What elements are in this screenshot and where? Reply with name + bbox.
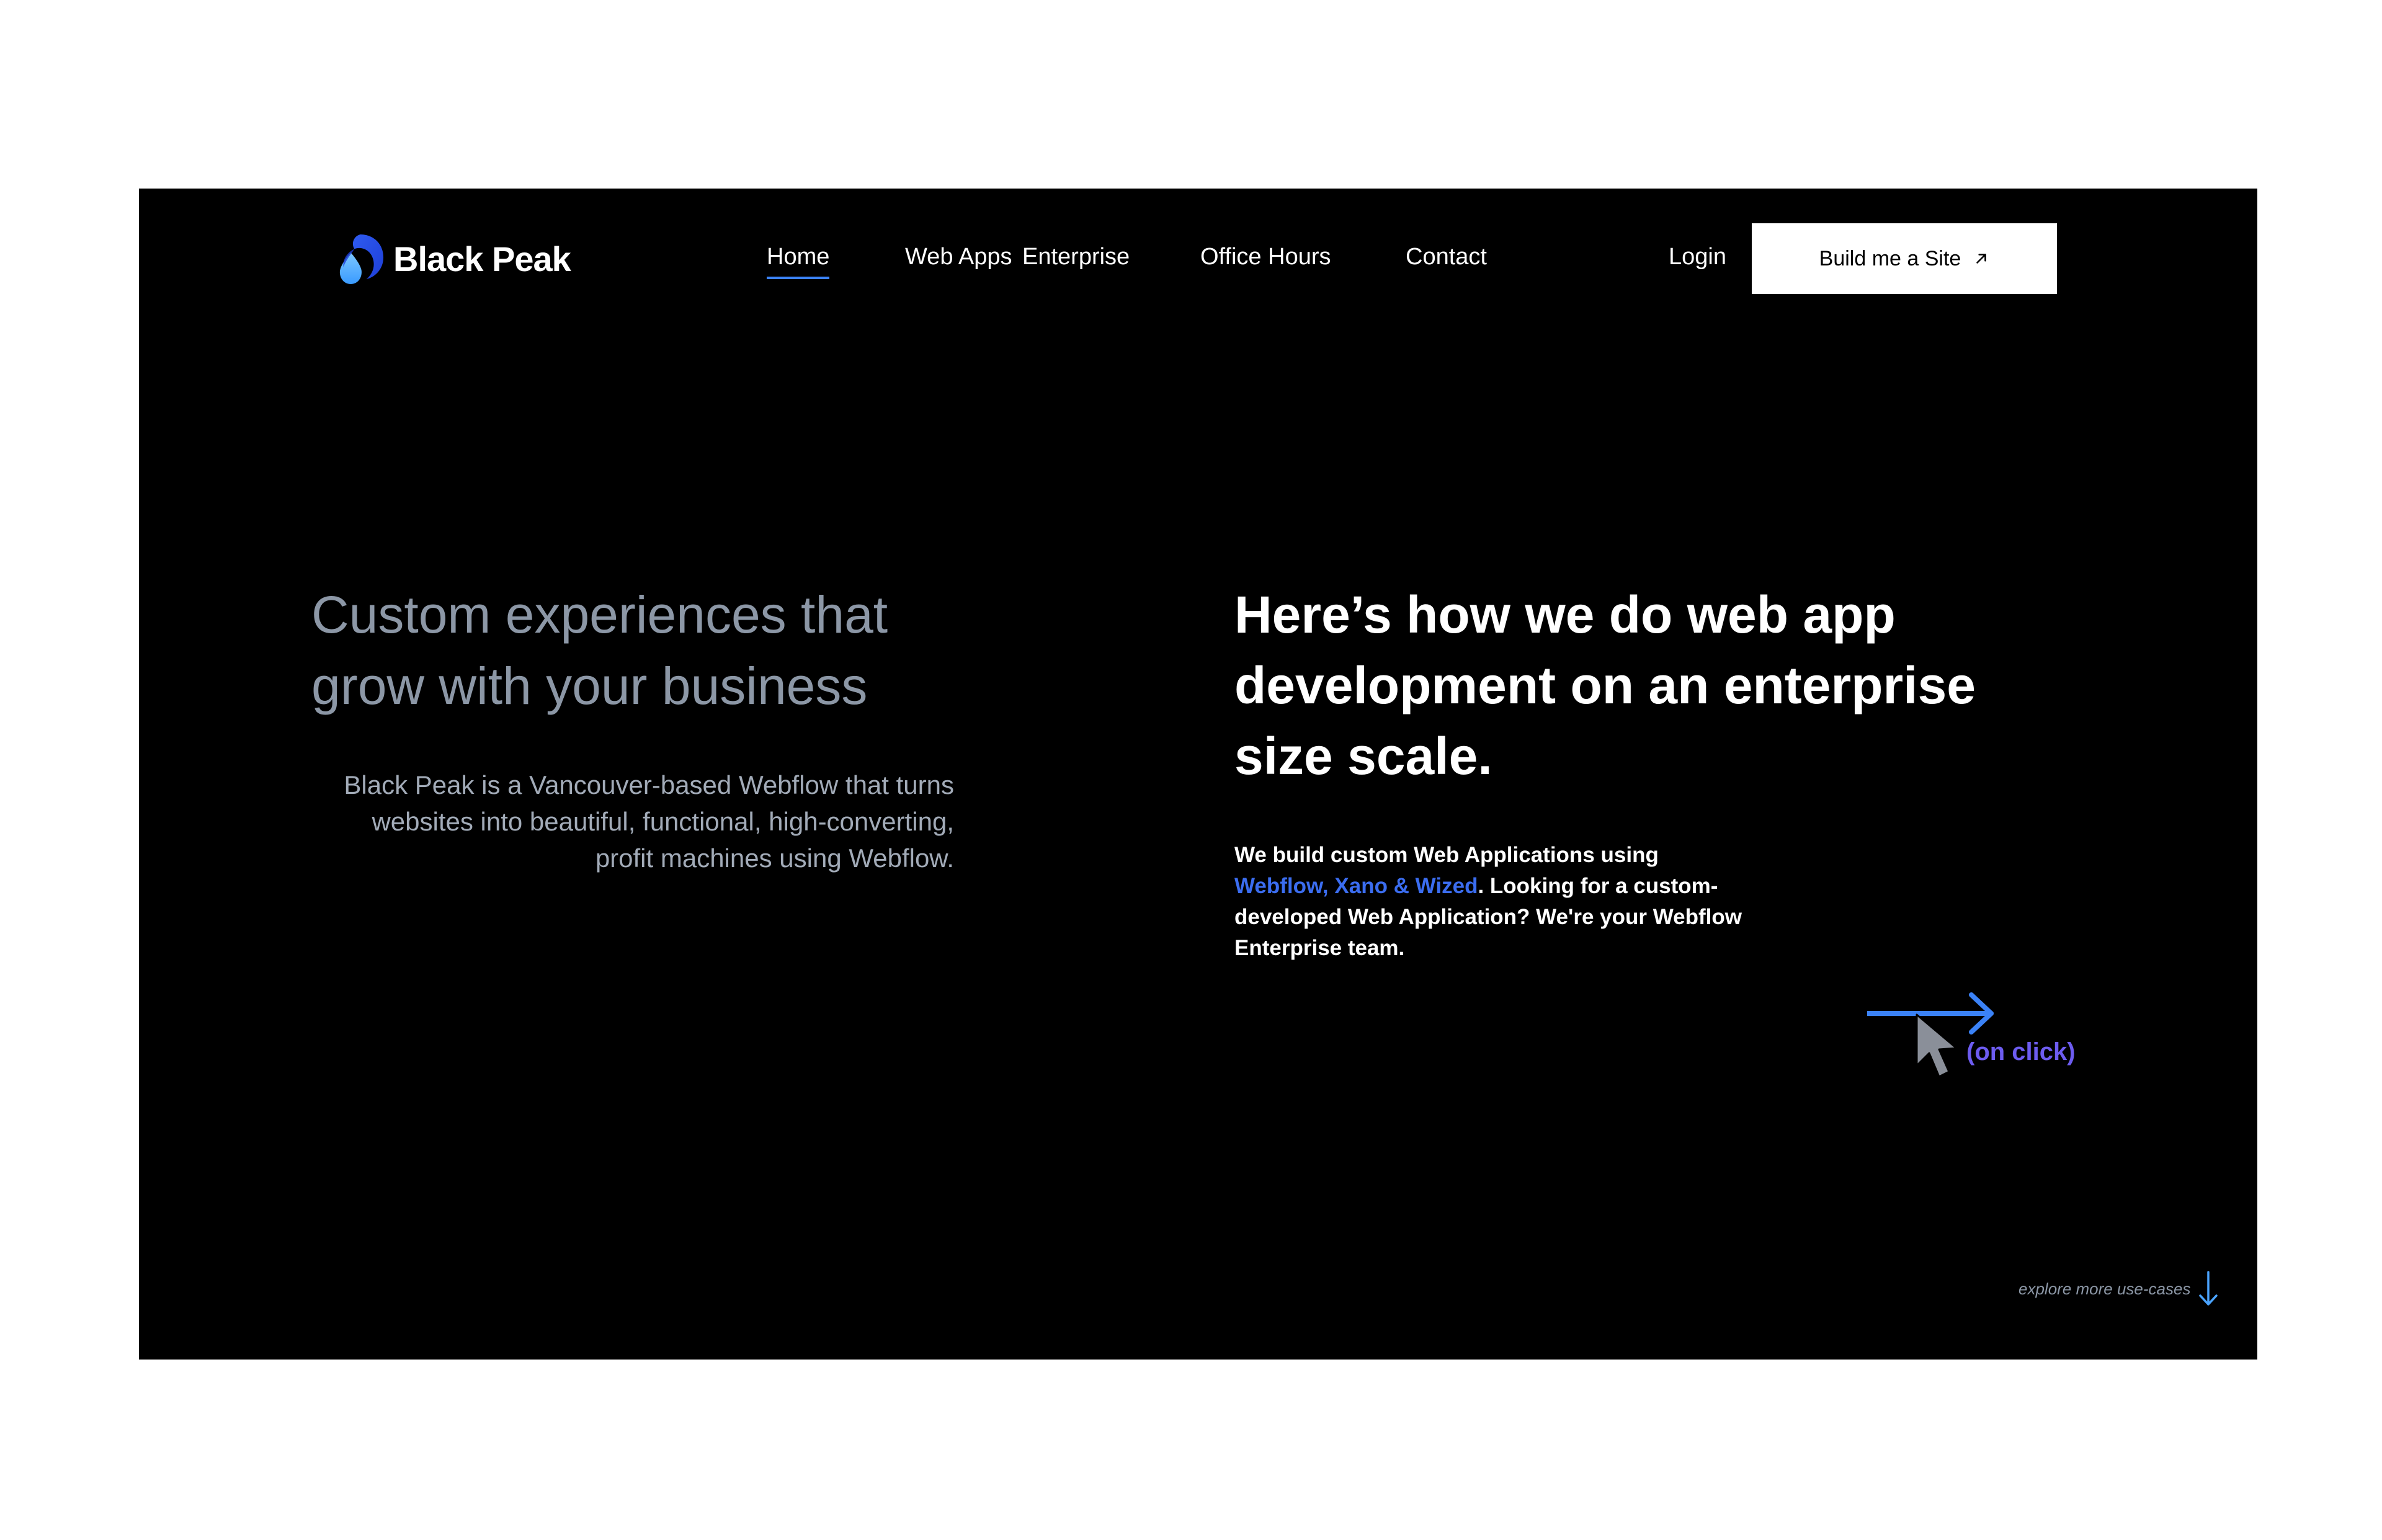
nav-item-office-hours[interactable]: Office Hours xyxy=(1200,242,1331,272)
on-click-hint: (on click) xyxy=(1966,1038,2076,1066)
nav-item-contact[interactable]: Contact xyxy=(1406,242,1487,272)
desc-prefix: We build custom Web Applications using xyxy=(1234,843,1659,867)
cursor-icon xyxy=(1916,1013,1958,1078)
tech-stack-link[interactable]: Webflow, Xano & Wized xyxy=(1234,874,1478,898)
page-frame: Black Peak Home Web Apps Enterprise Offi… xyxy=(139,189,2257,1360)
black-peak-logo-icon xyxy=(339,234,384,284)
cta-label: Build me a Site xyxy=(1819,246,1961,270)
brand-name: Black Peak xyxy=(393,239,571,278)
nav-item-web-apps[interactable]: Web Apps xyxy=(905,242,1012,272)
hero-left-title: Custom experiences that grow with your b… xyxy=(311,585,888,715)
arrow-down-icon xyxy=(2199,1271,2218,1306)
explore-more-link[interactable]: explore more use-cases xyxy=(2018,1271,2219,1307)
brand-logo[interactable]: Black Peak xyxy=(336,231,571,287)
hero-right-description: We build custom Web Applications using W… xyxy=(1234,840,1743,964)
nav-item-enterprise[interactable]: Enterprise xyxy=(1022,242,1130,272)
hero-right-title: Here’s how we do web app development on … xyxy=(1234,585,1976,785)
explore-label: explore more use-cases xyxy=(2018,1279,2191,1298)
arrow-up-right-icon xyxy=(1976,254,1987,264)
hero-left-description: Black Peak is a Vancouver-based Webflow … xyxy=(344,770,954,873)
build-me-a-site-button[interactable]: Build me a Site xyxy=(1752,223,2057,294)
nav-item-home[interactable]: Home xyxy=(767,242,830,279)
login-link[interactable]: Login xyxy=(1669,242,1726,272)
